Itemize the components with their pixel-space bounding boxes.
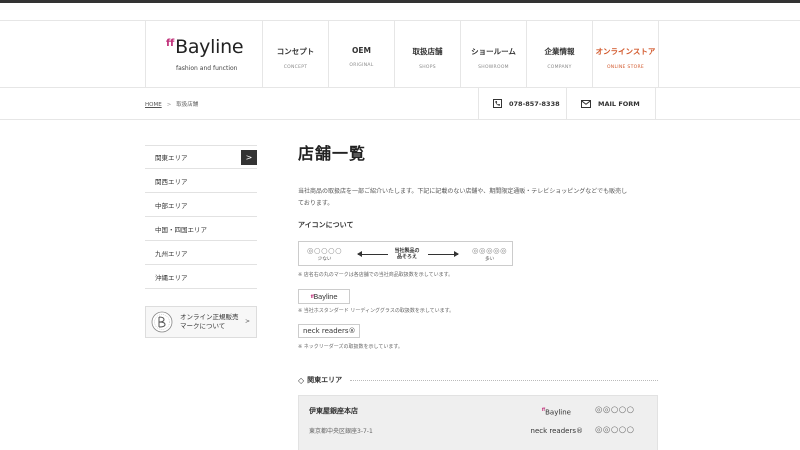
- store-neck-readers-tag: neck readers®: [531, 427, 583, 435]
- legend-few: ◎○○○○ 少ない: [307, 246, 342, 262]
- sidebar-item-okinawa[interactable]: 沖縄エリア: [145, 265, 257, 289]
- nav-label: 取扱店舗: [412, 47, 443, 56]
- breadcrumb-separator: >: [166, 102, 172, 108]
- store-card: 伊東屋銀座本店 東京都中央区銀座3-7-1 ffBayline ◎◎○○○ ne…: [298, 395, 658, 450]
- logo-tagline: fashion and function: [176, 65, 238, 72]
- page-title: 店舗一覧: [298, 144, 367, 163]
- bayline-tag: ff Bayline: [298, 289, 350, 304]
- arrow-right-icon: [428, 251, 459, 257]
- site-logo[interactable]: ffBayline fashion and function: [145, 21, 263, 88]
- breadcrumb-current: 取扱店舗: [176, 102, 199, 108]
- nav-label: OEM: [352, 46, 371, 55]
- mail-form-link[interactable]: MAIL FORM: [566, 88, 656, 119]
- site-header: ffBayline fashion and function コンセプト CON…: [0, 20, 800, 88]
- area-sidebar: 関東エリア > 関西エリア 中部エリア 中国・四国エリア 九州エリア 沖縄エリア…: [145, 145, 257, 338]
- online-mark-line1: オンライン正規販売: [180, 313, 239, 321]
- bayline-note: ※ 当社ホスタンダード リーディンググラスの取扱数を示しています。: [298, 308, 455, 314]
- mail-icon: [581, 99, 591, 108]
- phone-number: 078-857-8338: [509, 99, 560, 108]
- sidebar-item-label: 九州エリア: [155, 249, 188, 258]
- contact-links: 078-857-8338 MAIL FORM: [478, 88, 656, 119]
- sidebar-item-chugoku-shikoku[interactable]: 中国・四国エリア: [145, 217, 257, 241]
- legend-many-caption: 多い: [485, 257, 495, 262]
- breadcrumb: HOME > 取扱店舗: [145, 100, 198, 108]
- logo-wordmark: ffBayline: [166, 36, 244, 58]
- region-heading: ◇ 関東エリア: [298, 375, 658, 385]
- intro-text: 当社商品の取扱店を一部ご紹介いたします。下記に記載のない店舗や、期間限定通販・テ…: [298, 188, 628, 207]
- sub-bar: HOME > 取扱店舗 078-857-8338 MAIL FORM: [0, 88, 800, 120]
- icon-legend-box: ◎○○○○ 少ない 当社製品の 品そろえ ◎◎◎◎◎ 多い: [298, 241, 513, 266]
- sidebar-item-label: 関西エリア: [155, 177, 188, 186]
- nav-label: 企業情報: [544, 47, 575, 56]
- legend-many-dots: ◎◎◎◎◎: [472, 246, 508, 255]
- authorized-badge-icon: [151, 311, 173, 333]
- legend-note: ※ 店名右の丸のマークは各店舗での当社商品取扱数を示しています。: [298, 272, 454, 278]
- neck-readers-note: ※ ネックリーダーズの取扱数を示しています。: [298, 344, 403, 350]
- sidebar-item-kanto[interactable]: 関東エリア >: [145, 145, 257, 169]
- nav-sublabel: SHOPS: [419, 65, 436, 70]
- nav-item-online-store[interactable]: オンラインストア ONLINE STORE: [593, 21, 659, 88]
- sidebar-item-kyushu[interactable]: 九州エリア: [145, 241, 257, 265]
- online-mark-banner[interactable]: オンライン正規販売 マークについて >: [145, 306, 257, 338]
- store-neck-readers-mark: ®: [576, 427, 583, 435]
- nav-sublabel: COMPANY: [547, 65, 572, 70]
- sidebar-item-kansai[interactable]: 関西エリア: [145, 169, 257, 193]
- store-name: 伊東屋銀座本店: [309, 407, 358, 415]
- chevron-right-icon: >: [244, 318, 250, 325]
- store-address: 東京都中央区銀座3-7-1: [309, 428, 373, 435]
- online-mark-line2: マークについて: [180, 322, 226, 330]
- diamond-icon: ◇: [298, 375, 305, 385]
- nav-sublabel: CONCEPT: [283, 65, 308, 70]
- legend-many: ◎◎◎◎◎ 多い: [472, 246, 507, 262]
- sidebar-item-label: 中国・四国エリア: [155, 225, 207, 234]
- nav-label: オンラインストア: [595, 47, 656, 56]
- region-divider: [350, 379, 658, 381]
- sidebar-item-label: 中部エリア: [155, 201, 188, 210]
- nav-item-concept[interactable]: コンセプト CONCEPT: [263, 21, 329, 88]
- main-nav: コンセプト CONCEPT OEM ORIGINAL 取扱店舗 SHOPS ショ…: [263, 21, 659, 88]
- store-bayline-label: Bayline: [545, 408, 571, 417]
- online-mark-text: オンライン正規販売 マークについて: [180, 313, 239, 331]
- icon-legend-heading: アイコンについて: [298, 221, 354, 229]
- logo-name: Bayline: [175, 36, 244, 58]
- sidebar-item-chubu[interactable]: 中部エリア: [145, 193, 257, 217]
- store-bayline-tag: ffBayline: [542, 407, 571, 416]
- nav-sublabel: ORIGINAL: [349, 63, 374, 68]
- bayline-tag-label: Bayline: [313, 292, 338, 301]
- sidebar-item-label: 沖縄エリア: [155, 273, 188, 282]
- neck-readers-tag: neck readers ®: [298, 324, 361, 338]
- nav-sublabel: SHOWROOM: [478, 65, 509, 70]
- nav-label: コンセプト: [276, 47, 315, 56]
- region-kanto: ◇ 関東エリア 伊東屋銀座本店 東京都中央区銀座3-7-1 ffBayline …: [298, 375, 658, 450]
- mail-form-label: MAIL FORM: [598, 99, 640, 108]
- nav-item-company[interactable]: 企業情報 COMPANY: [527, 21, 593, 88]
- region-title: 関東エリア: [307, 376, 343, 384]
- neck-readers-tag-label: neck readers: [303, 327, 349, 335]
- legend-few-dots: ◎○○○○: [307, 246, 343, 255]
- nav-sublabel: ONLINE STORE: [606, 65, 645, 70]
- chevron-right-icon: >: [241, 150, 257, 165]
- logo-prefix: ff: [166, 38, 175, 49]
- breadcrumb-home-link[interactable]: HOME: [145, 102, 162, 108]
- neck-readers-tag-mark: ®: [348, 327, 356, 335]
- store-neck-readers-rating: ◎◎○○○: [595, 425, 635, 435]
- sidebar-item-label: 関東エリア: [155, 154, 188, 162]
- nav-item-oem[interactable]: OEM ORIGINAL: [329, 21, 395, 88]
- store-neck-readers-label: neck readers: [530, 427, 576, 435]
- store-bayline-rating: ◎◎○○○: [595, 405, 635, 415]
- top-accent-bar: [0, 0, 800, 3]
- nav-item-showroom[interactable]: ショールーム SHOWROOM: [461, 21, 527, 88]
- phone-icon: [493, 99, 502, 108]
- nav-item-shops[interactable]: 取扱店舗 SHOPS: [395, 21, 461, 88]
- nav-label: ショールーム: [471, 47, 516, 56]
- legend-few-caption: 少ない: [317, 257, 332, 262]
- phone-link[interactable]: 078-857-8338: [478, 88, 566, 119]
- main-content: 店舗一覧 当社商品の取扱店を一部ご紹介いたします。下記に記載のない店舗や、期間限…: [298, 140, 658, 450]
